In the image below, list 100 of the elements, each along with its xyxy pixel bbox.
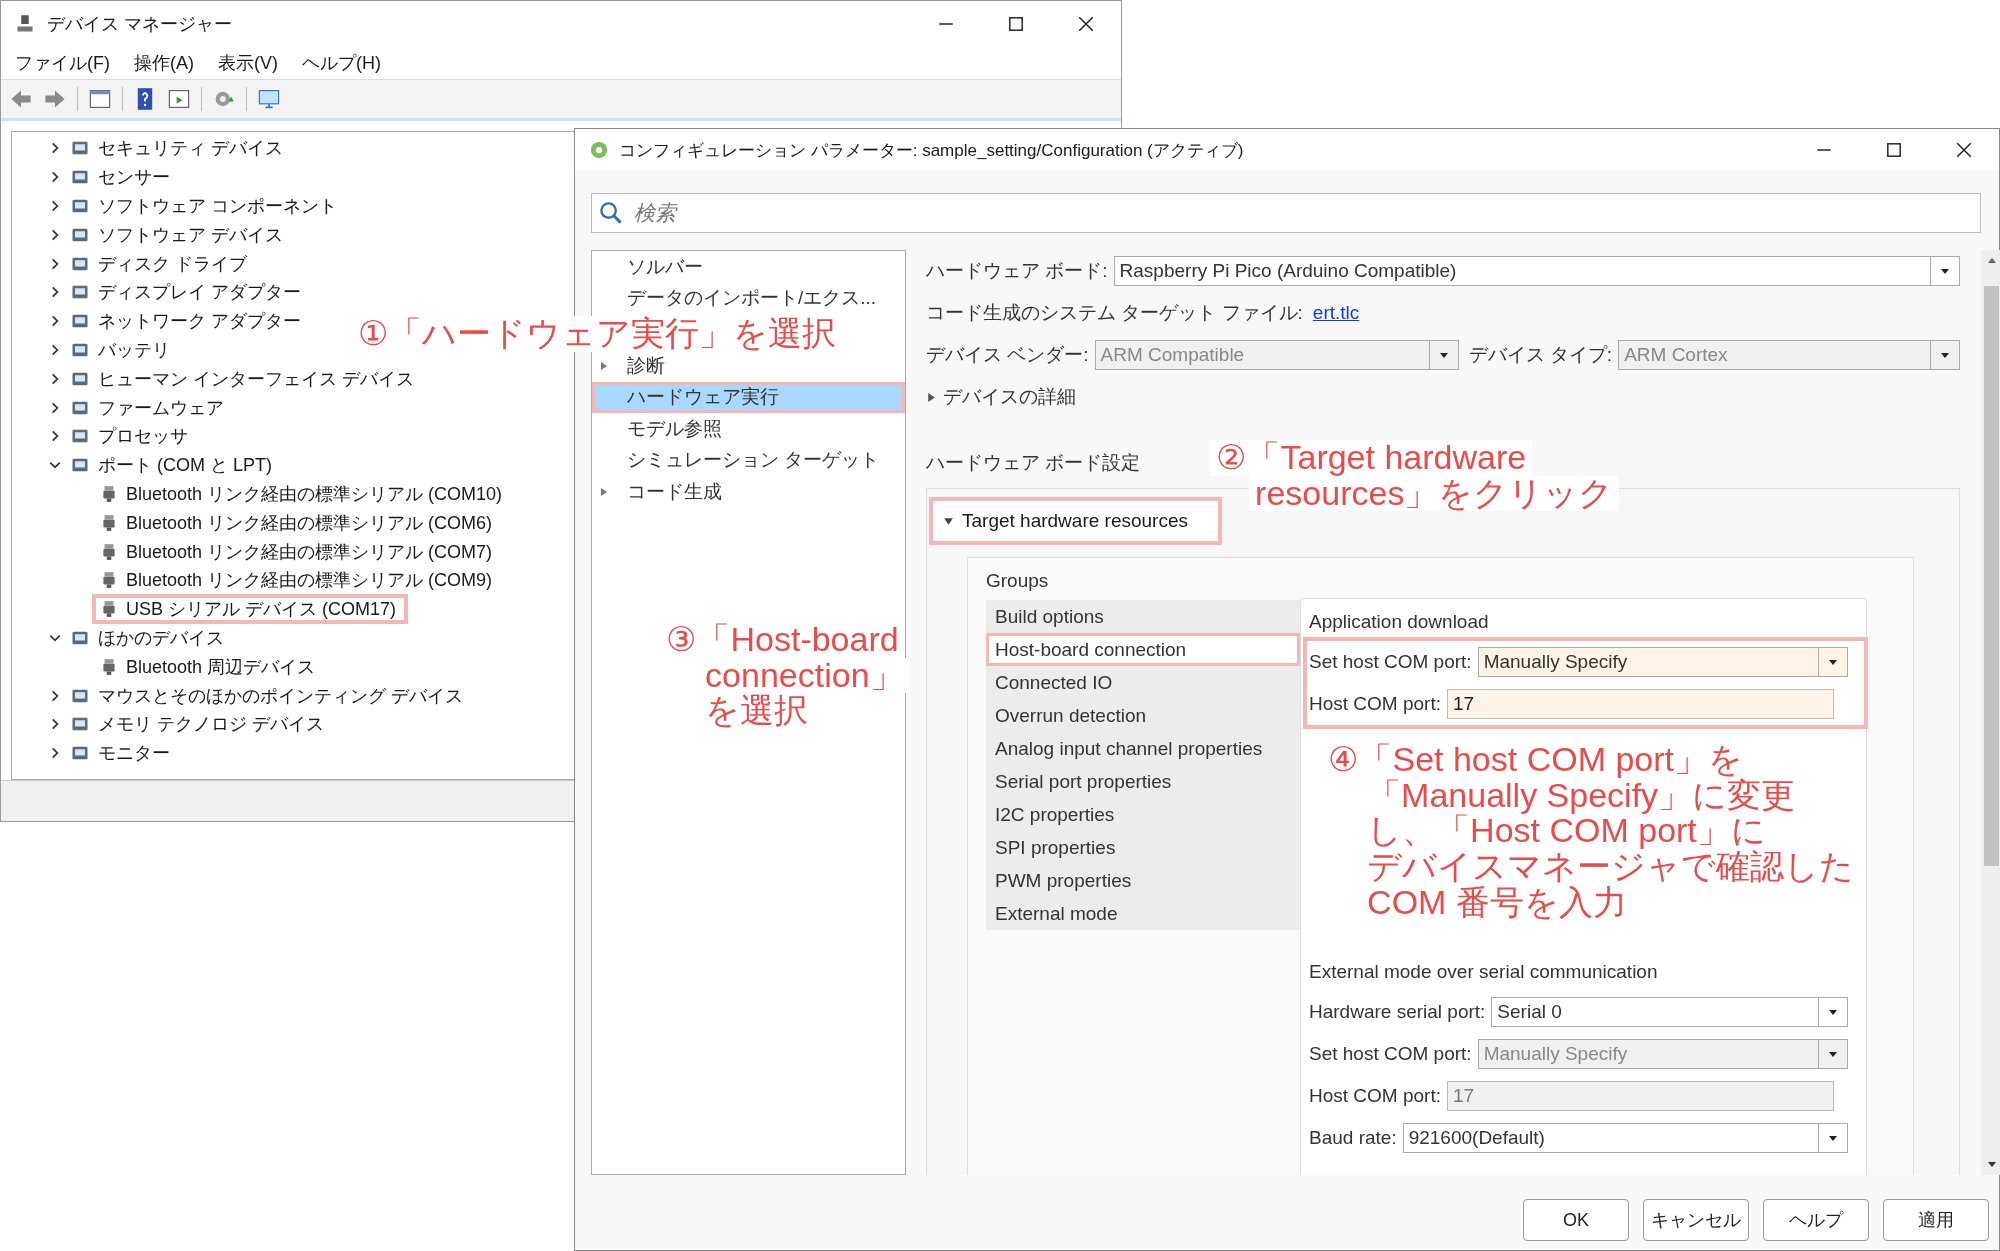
tree-item[interactable]: ソフトウェア コンポーネント bbox=[98, 194, 337, 218]
maximize-icon[interactable] bbox=[1007, 15, 1025, 33]
dropdown[interactable]: Serial 0 bbox=[1491, 997, 1848, 1027]
file-link[interactable]: ert.tlc bbox=[1312, 302, 1360, 324]
caret-icon[interactable] bbox=[1828, 1133, 1838, 1143]
window-title: デバイス マネージャー bbox=[47, 13, 232, 36]
tree-item[interactable]: ヒューマン インターフェイス デバイス bbox=[98, 366, 414, 391]
tree-item[interactable]: センサー bbox=[98, 165, 170, 190]
group-item[interactable]: PWM properties bbox=[986, 864, 1300, 897]
groups-label: Groups bbox=[986, 570, 1049, 593]
group-item[interactable]: Overrun detection bbox=[986, 699, 1300, 732]
category-item[interactable]: 診断 bbox=[592, 350, 905, 382]
computer-icon bbox=[15, 14, 35, 34]
plug-icon bbox=[100, 600, 118, 619]
tree-item[interactable]: ネットワーク アダプター bbox=[98, 309, 301, 334]
group-item[interactable]: Build options bbox=[986, 600, 1300, 633]
triangle-icon[interactable] bbox=[599, 486, 609, 497]
dialog-button[interactable]: ヘルプ bbox=[1763, 1199, 1869, 1241]
caret-icon[interactable] bbox=[1828, 657, 1838, 667]
group-item[interactable]: SPI properties bbox=[986, 831, 1300, 864]
group-item[interactable]: I2C properties bbox=[986, 798, 1300, 831]
close-icon[interactable] bbox=[1955, 141, 1973, 159]
field-label: コード生成のシステム ターゲット ファイル: bbox=[926, 301, 1303, 325]
caret-icon[interactable] bbox=[1828, 1007, 1838, 1017]
section-toggle[interactable]: Target hardware resources bbox=[929, 497, 1222, 545]
field-label: Host COM port: bbox=[1309, 693, 1441, 715]
category-item[interactable]: ソルバー bbox=[592, 251, 905, 283]
dropdown[interactable]: 921600(Default) bbox=[1402, 1123, 1848, 1153]
input-field[interactable]: 17 bbox=[1447, 689, 1834, 719]
dropdown[interactable]: Manually Specify bbox=[1477, 647, 1848, 677]
plug-icon bbox=[100, 657, 118, 676]
dialog-button[interactable]: 適用 bbox=[1883, 1199, 1989, 1241]
section-title: Application download bbox=[1309, 611, 1489, 633]
group-item[interactable]: Serial port properties bbox=[986, 765, 1300, 798]
search-field[interactable]: 検索 bbox=[591, 193, 1981, 233]
category-item[interactable]: コード生成 bbox=[592, 476, 905, 508]
group-item[interactable]: Host-board connection bbox=[986, 633, 1300, 666]
section-label: ハードウェア ボード設定 bbox=[926, 451, 1141, 475]
tree-item[interactable]: ポート (COM と LPT) bbox=[98, 453, 272, 478]
tree-item[interactable]: メモリ テクノロジ デバイス bbox=[98, 712, 324, 737]
tree-item[interactable]: Bluetooth リンク経由の標準シリアル (COM6) bbox=[126, 510, 493, 535]
triangle-icon[interactable] bbox=[599, 360, 609, 371]
category-item[interactable]: データのインポート/エクス... bbox=[592, 282, 905, 314]
tree-item[interactable]: USB シリアル デバイス (COM17) bbox=[126, 597, 397, 622]
tree-item[interactable]: Bluetooth リンク経由の標準シリアル (COM9) bbox=[126, 568, 493, 593]
tree-item[interactable]: モニター bbox=[98, 741, 170, 766]
search-icon bbox=[599, 201, 623, 225]
monitor-icon[interactable] bbox=[257, 87, 281, 111]
window-icon[interactable] bbox=[167, 87, 191, 111]
plug-icon bbox=[100, 571, 118, 590]
category-item[interactable]: シミュレーション ターゲット bbox=[592, 444, 905, 476]
group-item[interactable]: External mode bbox=[986, 897, 1300, 930]
tree-item[interactable]: ファームウェア bbox=[98, 395, 224, 420]
tree-item[interactable]: ほかのデバイス bbox=[98, 625, 224, 650]
section-title: External mode over serial communication bbox=[1309, 961, 1658, 983]
field-label: デバイス タイプ: bbox=[1468, 343, 1613, 367]
plug-icon bbox=[100, 513, 118, 532]
annotation-note: ③「Host-board connection」 を選択 bbox=[660, 622, 910, 730]
menu-item[interactable]: ヘルプ(H) bbox=[302, 51, 381, 75]
scroll-down-icon[interactable] bbox=[1986, 1159, 1997, 1169]
tree-item[interactable]: プロセッサ bbox=[98, 424, 188, 449]
scroll-up-icon[interactable] bbox=[1986, 256, 1997, 266]
annotation-note: ②「Target hardware resources」をクリック bbox=[1210, 440, 1620, 512]
tree-item[interactable]: Bluetooth 周辺デバイス bbox=[126, 654, 316, 679]
plug-icon bbox=[100, 542, 118, 561]
dialog-button[interactable]: OK bbox=[1523, 1199, 1629, 1241]
annotation-note: ④「Set host COM port」を 「Manually Specify」に変更 し、「Host COM port」に デバイスマネージャで確認した COM 番号を入力 bbox=[1322, 742, 1861, 921]
tree-item[interactable]: マウスとそのほかのポインティング デバイス bbox=[98, 683, 463, 708]
tree-item[interactable]: Bluetooth リンク経由の標準シリアル (COM7) bbox=[126, 539, 493, 564]
field-label: Host COM port: bbox=[1309, 1085, 1441, 1107]
field-label: Set host COM port: bbox=[1309, 651, 1472, 673]
triangle-icon[interactable] bbox=[943, 515, 954, 527]
tree-item[interactable]: ディスプレイ アダプター bbox=[98, 280, 301, 305]
field-label: Hardware serial port: bbox=[1309, 1001, 1486, 1023]
menu-item[interactable]: 操作(A) bbox=[134, 51, 194, 75]
tree-item[interactable]: セキュリティ デバイス bbox=[98, 136, 283, 161]
tree-item[interactable]: ソフトウェア デバイス bbox=[98, 222, 283, 247]
category-item[interactable]: ハードウェア実行 bbox=[592, 381, 905, 413]
triangle-icon[interactable] bbox=[926, 391, 937, 403]
tree-item[interactable]: ディスク ドライブ bbox=[98, 251, 247, 276]
window-icon[interactable] bbox=[88, 87, 112, 111]
dropdown[interactable]: Raspberry Pi Pico (Arduino Compatible) bbox=[1113, 256, 1960, 286]
field-label: Baud rate: bbox=[1309, 1127, 1397, 1149]
field-label: デバイス ベンダー: bbox=[926, 343, 1089, 367]
caret-icon[interactable] bbox=[1940, 266, 1950, 276]
category-item[interactable]: モデル参照 bbox=[592, 413, 905, 445]
menu-item[interactable]: ファイル(F) bbox=[15, 51, 110, 75]
menu-item[interactable]: 表示(V) bbox=[218, 51, 278, 75]
plug-icon bbox=[100, 484, 118, 503]
group-item[interactable]: Analog input channel properties bbox=[986, 732, 1300, 765]
maximize-icon[interactable] bbox=[1885, 141, 1903, 159]
close-icon[interactable] bbox=[1077, 15, 1095, 33]
window-title: コンフィギュレーション パラメーター: sample_setting/Configuration (アクティブ) bbox=[619, 139, 1244, 162]
section-toggle[interactable]: デバイスの詳細 bbox=[943, 384, 1076, 410]
field-label: ハードウェア ボード: bbox=[926, 259, 1108, 283]
group-item[interactable]: Connected IO bbox=[986, 666, 1300, 699]
tree-item[interactable]: Bluetooth リンク経由の標準シリアル (COM10) bbox=[126, 481, 503, 506]
tree-item[interactable]: バッテリ bbox=[98, 337, 170, 362]
dialog-button[interactable]: キャンセル bbox=[1643, 1199, 1749, 1241]
field-label: Set host COM port: bbox=[1309, 1043, 1472, 1065]
